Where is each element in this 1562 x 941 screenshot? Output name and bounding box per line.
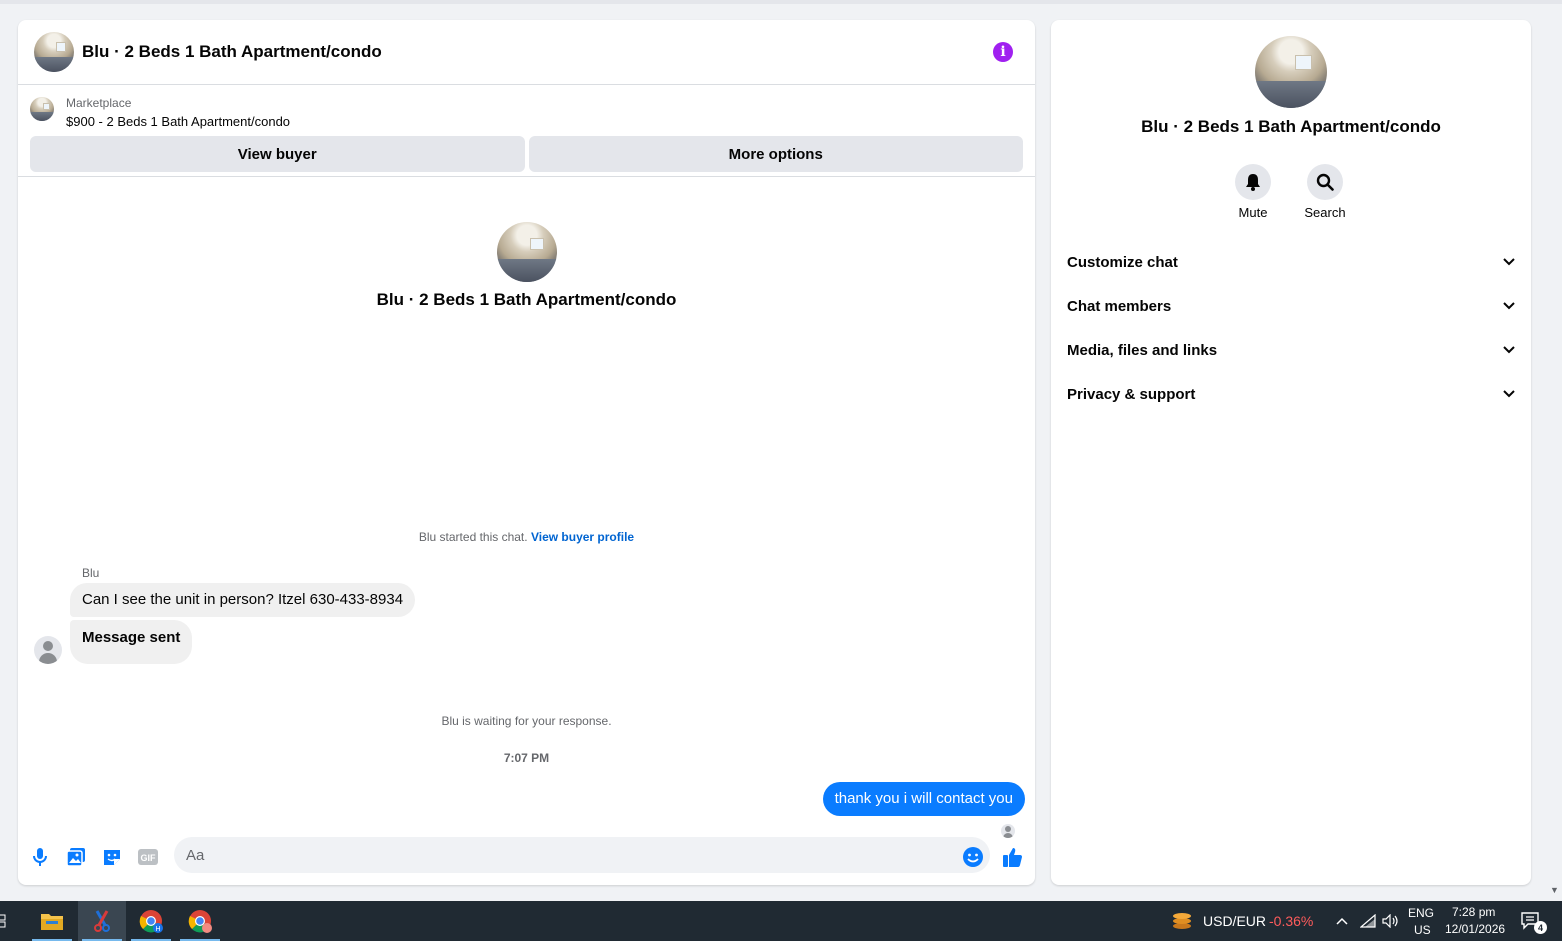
section-label: Customize chat bbox=[1067, 253, 1178, 271]
notification-center-icon[interactable]: 4 bbox=[1514, 901, 1548, 941]
notification-count-badge: 4 bbox=[1534, 921, 1547, 934]
chat-panel: Blu · 2 Beds 1 Bath Apartment/condo i Ma… bbox=[18, 20, 1035, 885]
intro-title: Blu · 2 Beds 1 Bath Apartment/condo bbox=[376, 290, 677, 309]
search-label: Search bbox=[1304, 205, 1346, 220]
message-composer: GIF bbox=[18, 835, 1035, 885]
chrome-icon[interactable]: H bbox=[127, 901, 175, 941]
section-label: Chat members bbox=[1067, 297, 1172, 315]
language-indicator[interactable]: ENG bbox=[1408, 906, 1434, 920]
details-avatar[interactable] bbox=[1255, 36, 1327, 108]
thumbs-up-icon[interactable] bbox=[1001, 845, 1025, 869]
view-buyer-profile-link[interactable]: View buyer profile bbox=[531, 530, 634, 544]
chevron-down-icon bbox=[1503, 302, 1515, 310]
chat-intro: Blu · 2 Beds 1 Bath Apartment/condo bbox=[18, 222, 1035, 310]
currency-pair[interactable]: USD/EUR bbox=[1203, 913, 1266, 929]
photo-icon[interactable] bbox=[64, 845, 88, 869]
chevron-down-icon bbox=[1503, 346, 1515, 354]
listing-summary: Marketplace $900 - 2 Beds 1 Bath Apartme… bbox=[18, 85, 1035, 131]
outgoing-message[interactable]: thank you i will contact you bbox=[822, 782, 1025, 816]
chevron-up-icon[interactable] bbox=[1330, 901, 1354, 941]
incoming-message[interactable]: Message sent bbox=[70, 620, 193, 664]
section-label: Privacy & support bbox=[1067, 385, 1196, 403]
incoming-message[interactable]: Can I see the unit in person? Itzel 630-… bbox=[70, 583, 416, 617]
listing-thumbnail[interactable] bbox=[30, 97, 54, 121]
svg-text:H: H bbox=[155, 926, 160, 933]
listing-avatar[interactable] bbox=[34, 32, 74, 72]
chrome-profile-icon[interactable] bbox=[176, 901, 224, 941]
info-icon[interactable]: i bbox=[993, 42, 1013, 62]
section-privacy-support[interactable]: Privacy & support bbox=[1051, 372, 1531, 416]
snipping-tool-icon[interactable] bbox=[78, 901, 126, 941]
section-chat-members[interactable]: Chat members bbox=[1051, 284, 1531, 328]
mute-label: Mute bbox=[1238, 205, 1268, 220]
section-label: Media, files and links bbox=[1067, 341, 1218, 359]
more-options-button[interactable]: More options bbox=[528, 136, 1023, 172]
microphone-icon[interactable] bbox=[28, 845, 52, 869]
sender-avatar[interactable] bbox=[34, 636, 62, 664]
network-icon[interactable] bbox=[1357, 901, 1379, 941]
chat-started-notice: Blu started this chat. View buyer profil… bbox=[18, 530, 1035, 544]
volume-icon[interactable] bbox=[1380, 901, 1402, 941]
chevron-down-icon bbox=[1503, 390, 1515, 398]
listing-price-title[interactable]: $900 - 2 Beds 1 Bath Apartment/condo bbox=[66, 113, 290, 131]
chat-started-text: Blu started this chat. bbox=[418, 530, 528, 544]
details-title: Blu · 2 Beds 1 Bath Apartment/condo bbox=[1141, 117, 1441, 136]
emoji-icon[interactable] bbox=[961, 845, 985, 869]
message-timestamp: 7:07 PM bbox=[503, 751, 550, 765]
gif-icon[interactable]: GIF bbox=[136, 845, 160, 869]
message-input[interactable] bbox=[174, 837, 990, 873]
waiting-notice: Blu is waiting for your response. bbox=[441, 714, 612, 728]
currency-change[interactable]: -0.36% bbox=[1269, 913, 1313, 929]
section-media-files-links[interactable]: Media, files and links bbox=[1051, 328, 1531, 372]
window-top-strip bbox=[0, 0, 1562, 4]
task-view-icon[interactable] bbox=[0, 901, 14, 941]
taskbar: H USD/EUR -0.36% ENG US 7:28 pm 12/01/20… bbox=[0, 901, 1562, 941]
sticker-icon[interactable] bbox=[100, 845, 124, 869]
chat-title[interactable]: Blu · 2 Beds 1 Bath Apartment/condo bbox=[82, 42, 382, 62]
chat-header: Blu · 2 Beds 1 Bath Apartment/condo i bbox=[18, 20, 1035, 85]
chat-details-panel: Blu · 2 Beds 1 Bath Apartment/condo Mute… bbox=[1051, 20, 1531, 885]
file-explorer-icon[interactable] bbox=[28, 901, 76, 941]
listing-category: Marketplace bbox=[66, 96, 132, 110]
search-icon[interactable] bbox=[1307, 164, 1343, 200]
language-region[interactable]: US bbox=[1414, 923, 1431, 937]
sender-name: Blu bbox=[82, 566, 100, 580]
bell-icon[interactable] bbox=[1235, 164, 1271, 200]
clock-date[interactable]: 12/01/2026 bbox=[1445, 922, 1505, 936]
listing-actions: View buyer More options bbox=[18, 131, 1035, 177]
view-buyer-button[interactable]: View buyer bbox=[30, 136, 525, 172]
scrollbar-down-arrow[interactable]: ▼ bbox=[1550, 885, 1560, 895]
mute-action[interactable]: Mute bbox=[1217, 164, 1289, 220]
stocks-widget-icon[interactable] bbox=[1160, 901, 1204, 941]
chevron-down-icon bbox=[1503, 258, 1515, 266]
search-action[interactable]: Search bbox=[1289, 164, 1361, 220]
gif-icon-label: GIF bbox=[141, 853, 157, 863]
section-customize-chat[interactable]: Customize chat bbox=[1051, 240, 1531, 284]
intro-avatar bbox=[496, 222, 557, 282]
clock-time[interactable]: 7:28 pm bbox=[1452, 905, 1495, 919]
